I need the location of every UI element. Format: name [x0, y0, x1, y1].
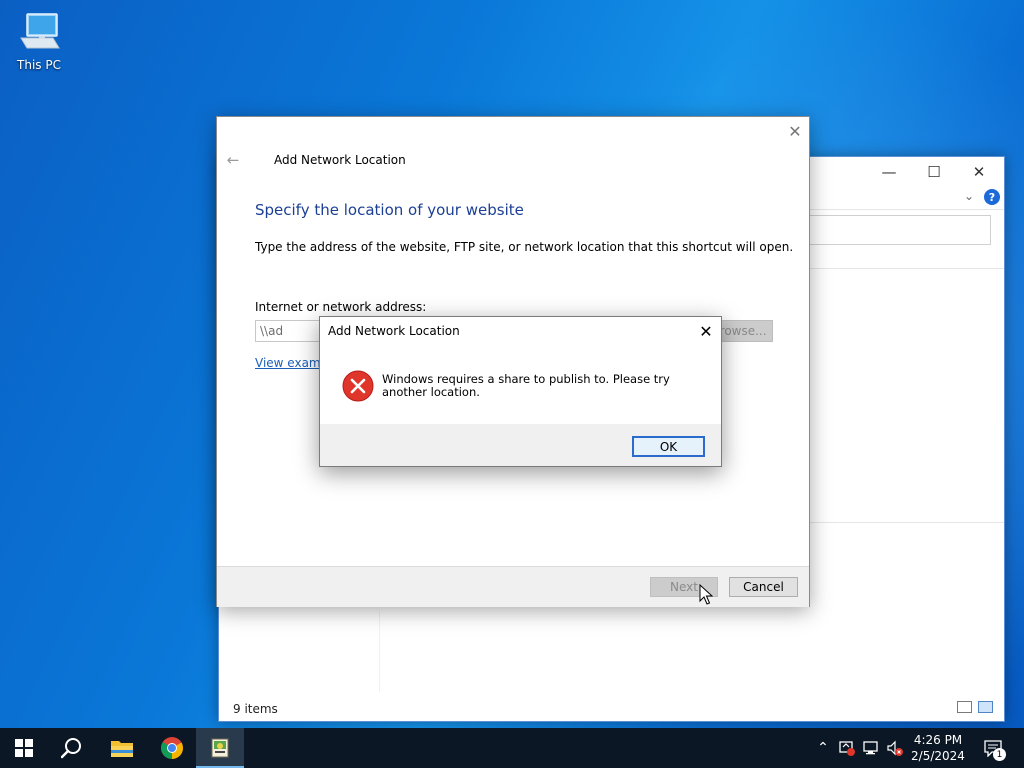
message-box-footer: OK — [320, 424, 721, 466]
pane-divider — [379, 612, 380, 692]
help-icon[interactable]: ? — [984, 189, 1000, 205]
maximize-icon: ☐ — [927, 163, 941, 181]
cancel-button[interactable]: Cancel — [729, 577, 798, 597]
chevron-down-icon[interactable]: ⌄ — [964, 189, 974, 203]
clock-time: 4:26 PM — [913, 733, 963, 747]
search-box[interactable] — [809, 215, 991, 245]
back-button[interactable]: ← — [223, 151, 243, 169]
error-message-box[interactable]: Add Network Location ✕ Windows requires … — [319, 316, 722, 467]
ribbon-divider — [809, 209, 1004, 210]
close-icon: ✕ — [788, 121, 802, 141]
windows-logo-icon — [15, 739, 33, 757]
network-tray-icon[interactable] — [860, 728, 882, 768]
wizard-footer: Next Cancel — [217, 566, 809, 607]
minimize-icon: — — [881, 163, 897, 181]
content-divider — [809, 522, 1004, 523]
clock-date: 2/5/2024 — [911, 749, 965, 763]
view-switcher — [957, 701, 993, 713]
message-box-title: Add Network Location — [328, 324, 460, 338]
notification-count-badge: 1 — [993, 748, 1006, 761]
page-heading: Specify the location of your website — [255, 201, 524, 219]
desktop-icon-this-pc[interactable]: This PC — [10, 8, 68, 78]
address-label: Internet or network address: — [255, 300, 427, 314]
message-text: Windows requires a share to publish to. … — [382, 372, 670, 399]
security-tray-icon[interactable] — [836, 728, 858, 768]
file-explorer-taskbar-button[interactable] — [98, 728, 146, 768]
chrome-icon — [161, 737, 183, 759]
status-bar-item-count: 9 items — [233, 702, 278, 716]
close-icon: ✕ — [972, 163, 986, 181]
help-icon-label: ? — [988, 190, 996, 204]
message-box-close-button[interactable]: ✕ — [696, 321, 716, 341]
volume-tray-icon[interactable] — [884, 728, 906, 768]
large-icons-view-icon[interactable] — [978, 701, 993, 713]
shield-warning-icon — [839, 741, 855, 756]
maximize-button[interactable]: ☐ — [912, 159, 956, 185]
show-hidden-icons-button[interactable]: ⌃ — [812, 728, 834, 768]
volume-muted-icon — [887, 740, 903, 756]
network-wizard-taskbar-button[interactable] — [196, 728, 244, 768]
network-icon — [863, 741, 878, 755]
toolbar-divider — [809, 268, 1004, 269]
ok-button[interactable]: OK — [632, 436, 705, 457]
start-button[interactable] — [0, 728, 48, 768]
wizard-close-button[interactable]: ✕ — [785, 121, 805, 141]
network-location-icon — [211, 738, 229, 758]
chevron-up-icon: ⌃ — [817, 740, 829, 756]
close-icon: ✕ — [699, 321, 713, 341]
mouse-cursor-icon — [699, 584, 713, 605]
search-icon — [61, 738, 81, 759]
error-icon — [342, 370, 374, 402]
folder-icon — [111, 741, 133, 757]
close-button[interactable]: ✕ — [957, 159, 1001, 185]
taskbar: ⌃ 4:26 PM 2/5/2024 — [0, 728, 1024, 768]
minimize-button[interactable]: — — [867, 159, 911, 185]
page-description: Type the address of the website, FTP sit… — [255, 240, 794, 254]
chrome-taskbar-button[interactable] — [148, 728, 196, 768]
details-view-icon[interactable] — [957, 701, 972, 713]
back-arrow-icon: ← — [226, 151, 240, 169]
wizard-title: Add Network Location — [274, 153, 406, 167]
desktop-icon-label: This PC — [17, 58, 61, 72]
taskbar-clock[interactable]: 4:26 PM 2/5/2024 — [908, 732, 968, 764]
notifications-button[interactable] — [978, 728, 1008, 768]
this-pc-icon — [20, 13, 60, 49]
search-button[interactable] — [48, 728, 96, 768]
